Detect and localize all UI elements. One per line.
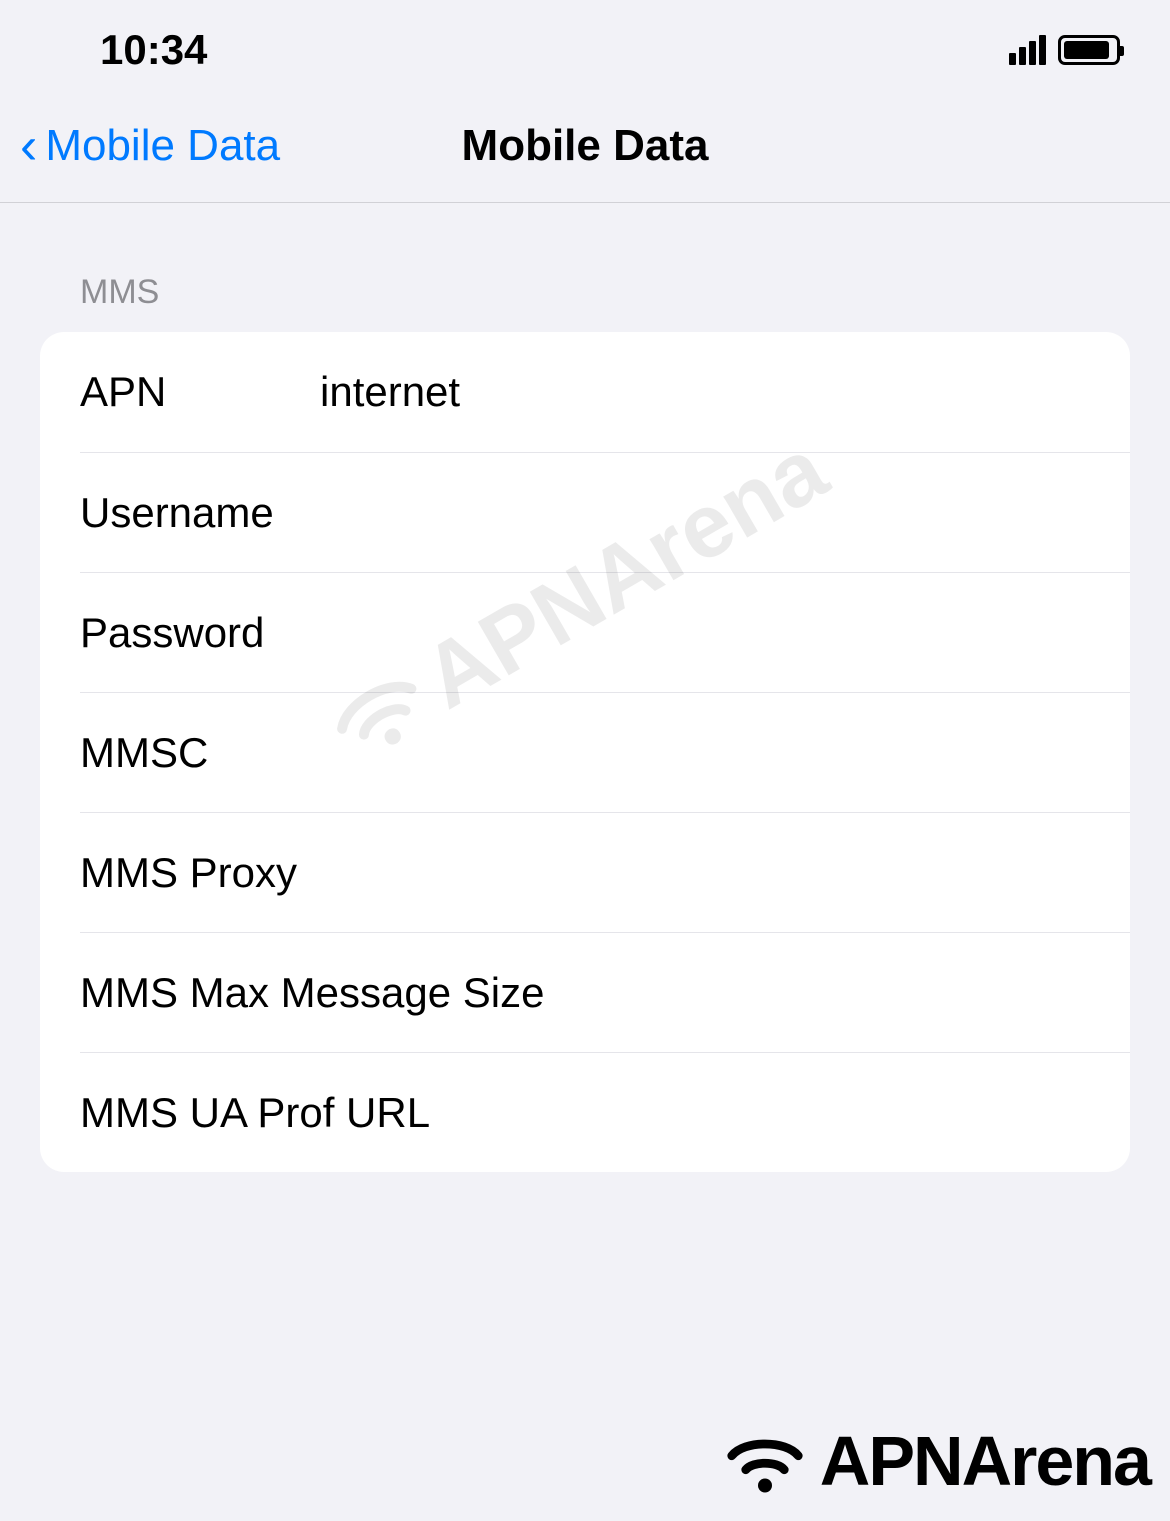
back-label: Mobile Data: [45, 121, 280, 171]
label-username: Username: [80, 489, 320, 537]
label-mmsc: MMSC: [80, 729, 320, 777]
label-password: Password: [80, 609, 320, 657]
back-button[interactable]: ‹ Mobile Data: [20, 120, 280, 172]
row-mms-ua-prof[interactable]: MMS UA Prof URL: [80, 1052, 1130, 1172]
label-mms-proxy: MMS Proxy: [80, 849, 605, 897]
section-header-mms: MMS: [0, 203, 1170, 332]
settings-group-mms: APN internet Username Password MMSC MMS …: [40, 332, 1130, 1172]
battery-icon: [1058, 35, 1120, 65]
row-apn[interactable]: APN internet: [40, 332, 1130, 452]
row-password[interactable]: Password: [80, 572, 1130, 692]
row-username[interactable]: Username: [80, 452, 1130, 572]
wifi-icon: [720, 1426, 810, 1496]
status-indicators: [1009, 35, 1120, 65]
watermark-bottom: APNArena: [720, 1421, 1150, 1501]
row-mmsc[interactable]: MMSC: [80, 692, 1130, 812]
row-mms-proxy[interactable]: MMS Proxy: [80, 812, 1130, 932]
page-title: Mobile Data: [462, 121, 709, 171]
status-time: 10:34: [100, 26, 207, 74]
label-mms-ua-prof: MMS UA Prof URL: [80, 1089, 605, 1137]
chevron-left-icon: ‹: [20, 120, 37, 172]
status-bar: 10:34: [0, 0, 1170, 90]
value-apn: internet: [320, 368, 1130, 416]
navigation-bar: ‹ Mobile Data Mobile Data: [0, 90, 1170, 203]
watermark-text: APNArena: [820, 1421, 1150, 1501]
cellular-signal-icon: [1009, 35, 1046, 65]
row-mms-max-size[interactable]: MMS Max Message Size: [80, 932, 1130, 1052]
label-mms-max-size: MMS Max Message Size: [80, 969, 605, 1017]
label-apn: APN: [80, 368, 320, 416]
